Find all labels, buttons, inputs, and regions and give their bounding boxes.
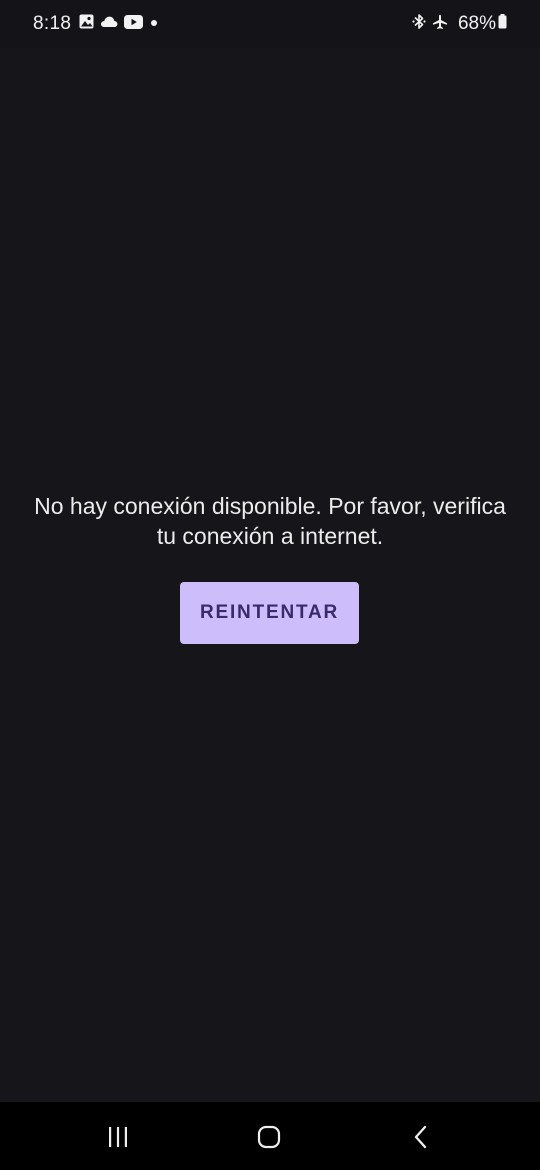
- clock: 8:18: [33, 13, 72, 34]
- gallery-icon: [79, 14, 94, 34]
- recent-apps-icon[interactable]: [101, 1120, 135, 1154]
- navigation-bar: [0, 1102, 540, 1170]
- notification-dot-icon: [149, 15, 159, 33]
- battery-icon: [498, 14, 507, 34]
- battery-percent: 68%: [457, 13, 496, 34]
- back-icon[interactable]: [404, 1120, 438, 1154]
- main-content: No hay conexión disponible. Por favor, v…: [0, 48, 540, 1102]
- status-left: 8:18: [33, 12, 165, 36]
- youtube-icon: [124, 14, 144, 34]
- retry-button[interactable]: REINTENTAR: [180, 582, 359, 644]
- airplane-mode-icon: [432, 14, 448, 35]
- bluetooth-icon: [412, 13, 426, 35]
- home-icon[interactable]: [252, 1120, 286, 1154]
- no-connection-message: No hay conexión disponible. Por favor, v…: [34, 493, 506, 549]
- status-bar: 8:18 68%: [0, 0, 540, 48]
- cloud-icon: [100, 15, 118, 33]
- status-right: 68%: [412, 12, 507, 36]
